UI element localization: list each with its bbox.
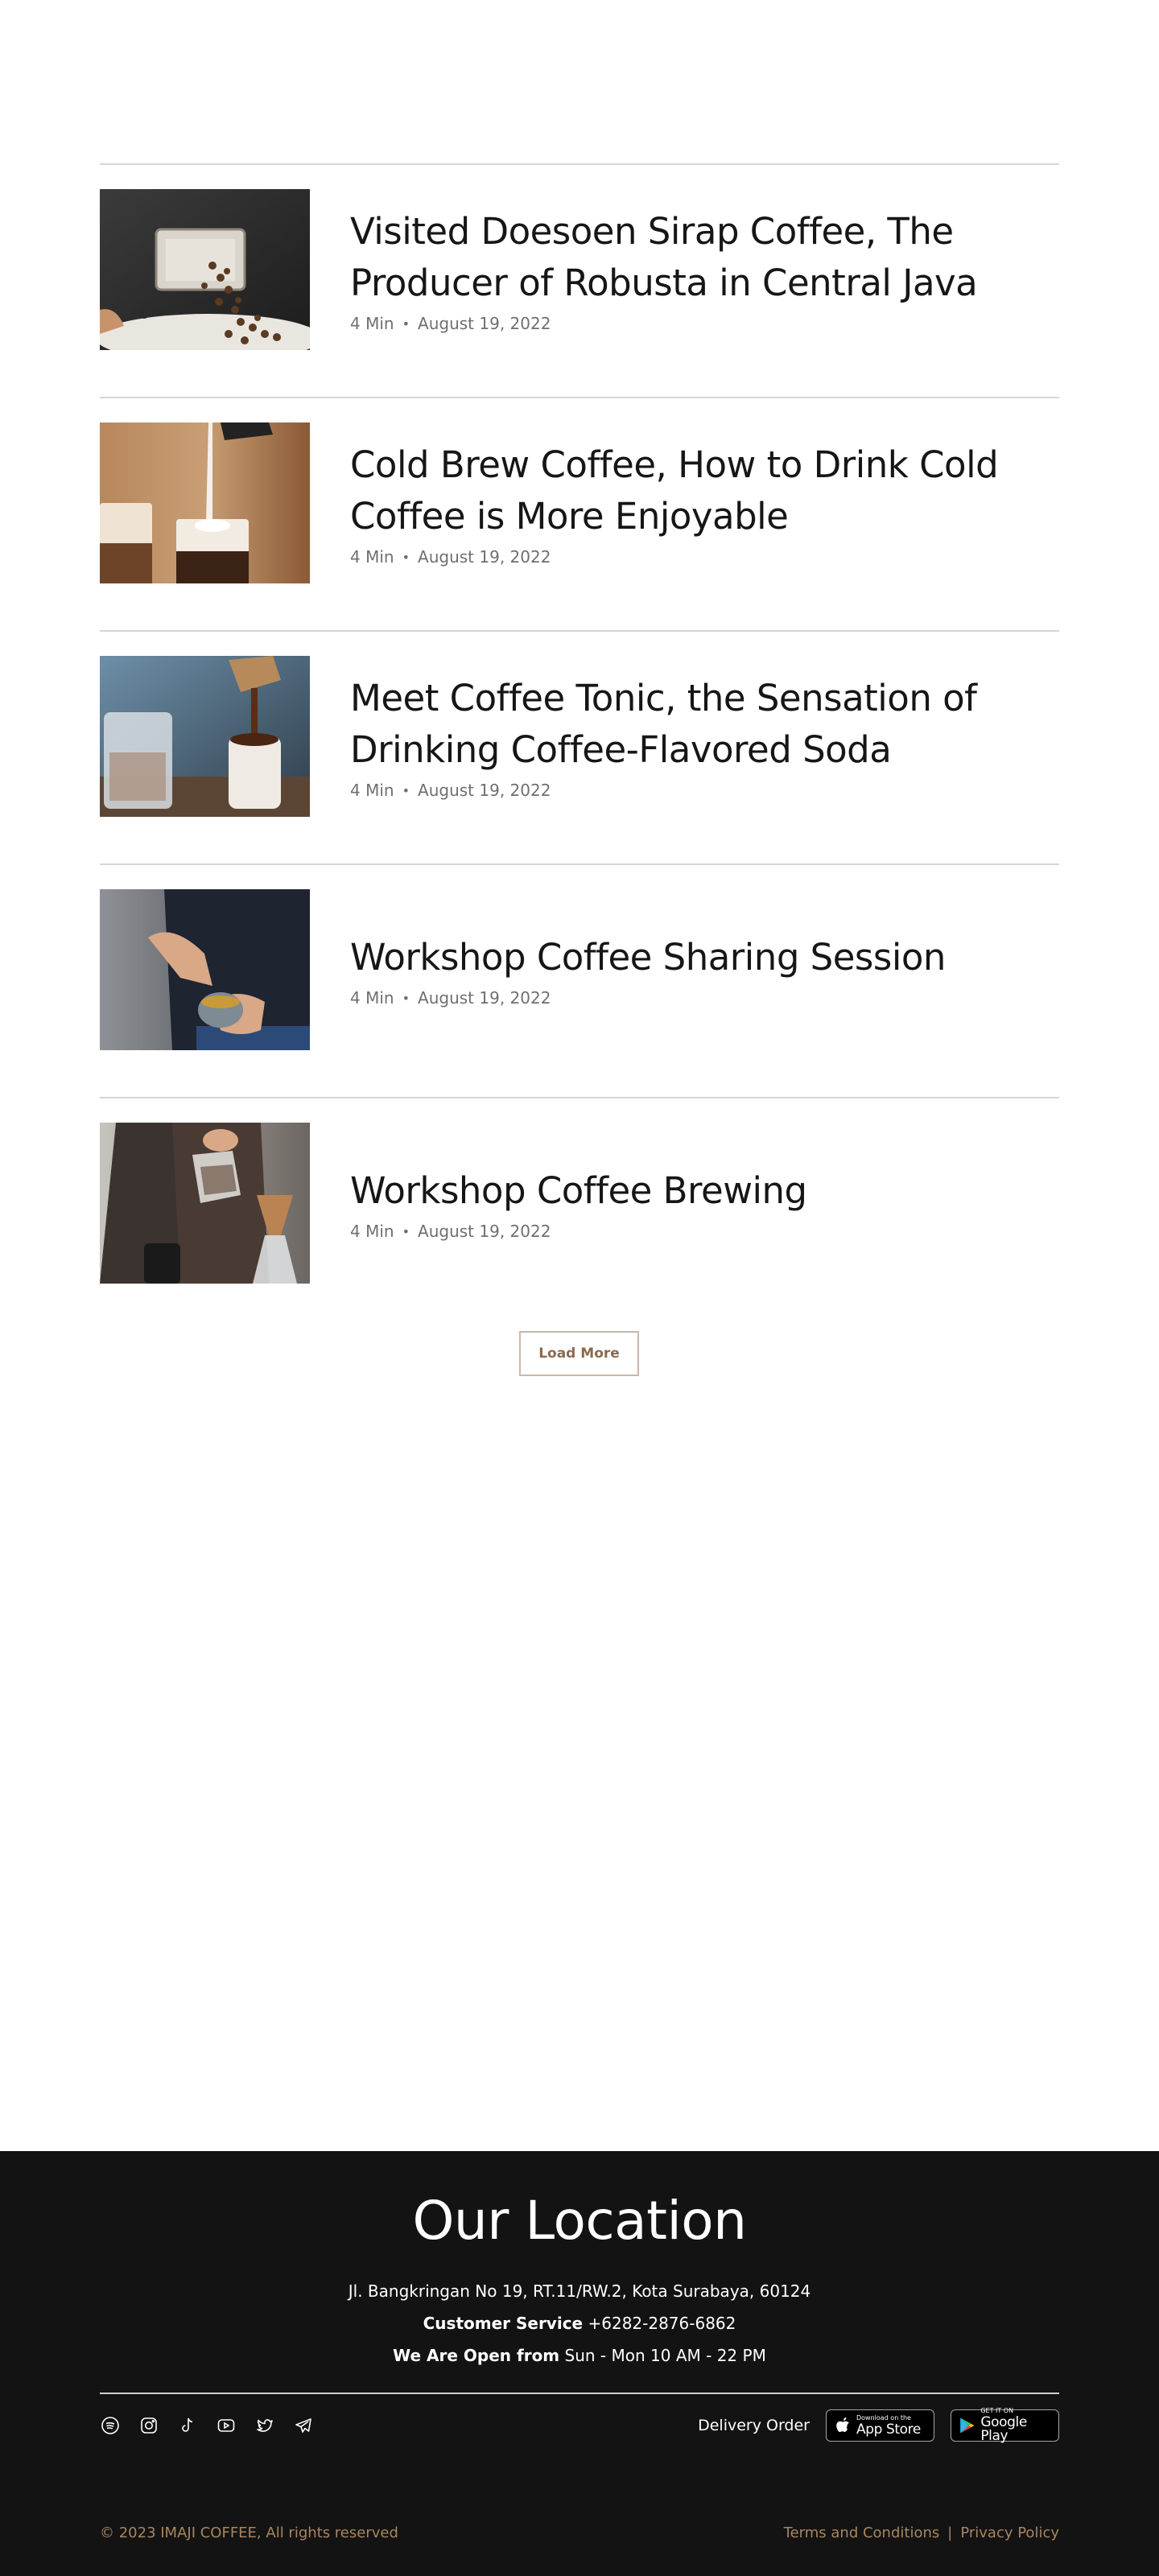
article-item[interactable]: Cold Brew Coffee, How to Drink Cold Coff… (100, 397, 1059, 630)
page: Visited Doesoen Sirap Coffee, The Produc… (0, 0, 1159, 2576)
location-title: Our Location (412, 2190, 747, 2252)
article-title[interactable]: Workshop Coffee Brewing (350, 1165, 1042, 1217)
delivery-order-label: Delivery Order (698, 2417, 810, 2434)
legal-links: Terms and Conditions | Privacy Policy (784, 2524, 1059, 2541)
publish-date: August 19, 2022 (418, 781, 551, 800)
read-time: 4 Min (350, 547, 394, 567)
article-meta: 4 Min • August 19, 2022 (350, 314, 1059, 333)
article-item[interactable]: Workshop Coffee Sharing Session 4 Min • … (100, 863, 1059, 1097)
article-body: Workshop Coffee Sharing Session 4 Min • … (350, 889, 1059, 1050)
article-body: Meet Coffee Tonic, the Sensation of Drin… (350, 656, 1059, 817)
publish-date: August 19, 2022 (418, 1222, 551, 1241)
article-thumbnail[interactable] (100, 422, 310, 583)
article-list: Visited Doesoen Sirap Coffee, The Produc… (100, 163, 1059, 1330)
article-title[interactable]: Meet Coffee Tonic, the Sensation of Drin… (350, 673, 1042, 776)
opening-hours-label: We Are Open from (393, 2346, 560, 2365)
twitter-icon[interactable] (254, 2415, 275, 2436)
article-thumbnail[interactable] (100, 189, 310, 350)
telegram-icon[interactable] (293, 2415, 314, 2436)
customer-service-label: Customer Service (423, 2314, 584, 2333)
article-body: Cold Brew Coffee, How to Drink Cold Coff… (350, 422, 1059, 583)
publish-date: August 19, 2022 (418, 547, 551, 567)
meta-separator: • (402, 549, 410, 565)
article-thumbnail[interactable] (100, 1123, 310, 1284)
app-store-small-text: Download on the (856, 2413, 911, 2421)
read-time: 4 Min (350, 1222, 394, 1241)
google-play-text: Google Play (980, 2414, 1027, 2444)
article-title[interactable]: Visited Doesoen Sirap Coffee, The Produc… (350, 206, 1042, 309)
google-play-badge[interactable]: GET IT ON Google Play (951, 2407, 1059, 2444)
article-meta: 4 Min • August 19, 2022 (350, 988, 1059, 1008)
opening-hours-line: We Are Open from Sun - Mon 10 AM - 22 PM (0, 2346, 1159, 2365)
terms-link[interactable]: Terms and Conditions (784, 2524, 940, 2541)
article-meta: 4 Min • August 19, 2022 (350, 547, 1059, 567)
spotify-icon[interactable] (100, 2415, 121, 2436)
instagram-icon[interactable] (138, 2415, 159, 2436)
social-links (100, 2415, 314, 2436)
article-meta: 4 Min • August 19, 2022 (350, 1222, 1059, 1241)
article-body: Visited Doesoen Sirap Coffee, The Produc… (350, 189, 1059, 350)
article-body: Workshop Coffee Brewing 4 Min • August 1… (350, 1123, 1059, 1284)
footer-divider (100, 2393, 1059, 2394)
app-store-badge[interactable]: Download on the App Store (826, 2409, 934, 2442)
google-play-small-text: GET IT ON (980, 2407, 1014, 2414)
google-play-icon (960, 2417, 975, 2434)
read-time: 4 Min (350, 988, 394, 1008)
publish-date: August 19, 2022 (418, 988, 551, 1008)
app-store-text: App Store (856, 2421, 921, 2438)
article-thumbnail[interactable] (100, 656, 310, 817)
customer-service-line: Customer Service +6282-2876-6862 (0, 2314, 1159, 2333)
footer: Our Location Jl. Bangkringan No 19, RT.1… (0, 2151, 1159, 2576)
tiktok-icon[interactable] (177, 2415, 198, 2436)
article-title[interactable]: Cold Brew Coffee, How to Drink Cold Coff… (350, 439, 1042, 542)
read-time: 4 Min (350, 314, 394, 333)
article-item[interactable]: Workshop Coffee Brewing 4 Min • August 1… (100, 1097, 1059, 1330)
address-text: Jl. Bangkringan No 19, RT.11/RW.2, Kota … (348, 2281, 811, 2301)
article-item[interactable]: Meet Coffee Tonic, the Sensation of Drin… (100, 630, 1059, 863)
meta-separator: • (402, 1223, 410, 1239)
load-more-button[interactable]: Load More (519, 1331, 639, 1376)
article-item[interactable]: Visited Doesoen Sirap Coffee, The Produc… (100, 163, 1059, 397)
article-title[interactable]: Workshop Coffee Sharing Session (350, 932, 1042, 983)
meta-separator: • (402, 782, 410, 798)
privacy-link[interactable]: Privacy Policy (960, 2524, 1059, 2541)
customer-service-phone[interactable]: +6282-2876-6862 (588, 2314, 736, 2333)
article-thumbnail[interactable] (100, 889, 310, 1050)
apple-icon (836, 2417, 849, 2432)
youtube-icon[interactable] (216, 2415, 237, 2436)
copyright-text: © 2023 IMAJI COFFEE, All rights reserved (100, 2524, 398, 2541)
publish-date: August 19, 2022 (418, 314, 551, 333)
meta-separator: • (402, 315, 410, 332)
meta-separator: • (402, 990, 410, 1006)
opening-hours-value: Sun - Mon 10 AM - 22 PM (564, 2346, 766, 2365)
delivery-order: Delivery Order Download on the App Store (698, 2407, 1059, 2444)
article-meta: 4 Min • August 19, 2022 (350, 781, 1059, 800)
legal-separator: | (947, 2524, 953, 2541)
read-time: 4 Min (350, 781, 394, 800)
